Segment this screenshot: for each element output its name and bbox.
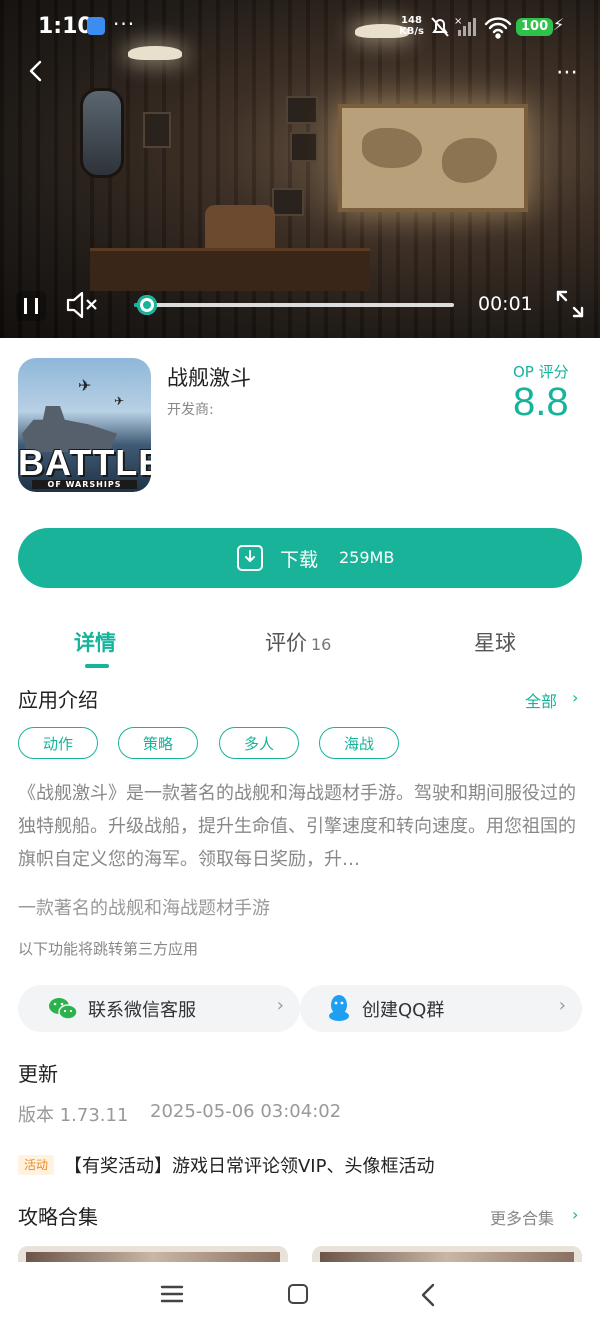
tab-details[interactable]: 详情 <box>74 627 116 657</box>
guides-section-title: 攻略合集 <box>18 1205 98 1229</box>
battery-indicator: 100 <box>516 18 554 36</box>
status-bar: 1:10 ··· 148 KB/s × 100 ⚡ <box>0 0 600 54</box>
video-progress-thumb[interactable] <box>136 295 157 315</box>
app-icon-logo-subtext: OF WARSHIPS <box>32 480 137 489</box>
fullscreen-icon[interactable] <box>554 288 586 320</box>
signal-icon: × <box>454 16 476 36</box>
version-number: 版本 1.73.11 <box>18 1105 129 1126</box>
activity-link[interactable]: 【有奖活动】游戏日常评论领VIP、头像框活动 <box>64 1152 434 1178</box>
charging-icon: ⚡ <box>553 15 565 34</box>
app-tagline: 一款著名的战舰和海战题材手游 <box>18 898 270 919</box>
video-elapsed-time: 00:01 <box>478 293 533 315</box>
back-arrow-icon[interactable] <box>24 58 50 84</box>
recent-apps-icon[interactable] <box>160 1284 184 1304</box>
app-title: 战舰激斗 <box>167 366 251 390</box>
app-description[interactable]: 《战舰激斗》是一款著名的战舰和海战题材手游。驾驶和期间服役过的独特舰船。升级战船… <box>18 777 584 876</box>
score-value: 8.8 <box>513 380 569 424</box>
video-controls: 00:01 <box>0 280 600 330</box>
activity-badge: 活动 <box>18 1155 54 1175</box>
video-progress-bar[interactable] <box>134 295 454 315</box>
status-time: 1:10 <box>38 14 93 39</box>
back-icon[interactable] <box>418 1282 438 1308</box>
active-tab-indicator <box>85 664 109 668</box>
app-icon-logo-text: BATTLE <box>18 442 151 483</box>
chevron-right-icon: › <box>276 995 284 1016</box>
tag-chip[interactable]: 海战 <box>319 727 399 759</box>
volume-muted-icon[interactable] <box>64 290 100 320</box>
download-label: 下载 <box>280 549 319 571</box>
chevron-right-icon: › <box>558 995 566 1016</box>
network-speed: 148 KB/s <box>399 15 424 37</box>
wifi-icon <box>484 17 512 39</box>
chevron-right-icon[interactable]: › <box>572 688 578 707</box>
qq-group-label: 创建QQ群 <box>362 1000 445 1021</box>
tag-chip[interactable]: 多人 <box>219 727 299 759</box>
view-all-label: 全部 <box>525 692 558 711</box>
qq-group-button[interactable]: 创建QQ群 › <box>300 985 582 1032</box>
system-navigation-bar <box>0 1262 600 1333</box>
status-icons: × <box>431 16 512 39</box>
more-collections-link[interactable]: 更多合集 <box>490 1205 554 1229</box>
video-frame-porthole <box>80 88 124 178</box>
update-section-title: 更新 <box>18 1062 58 1086</box>
download-button[interactable]: 下载 259MB <box>18 528 582 588</box>
tab-label: 评价 <box>265 631 307 655</box>
video-player[interactable]: 1:10 ··· 148 KB/s × 100 ⚡ ⋯ 00:01 <box>0 0 600 338</box>
qq-icon <box>329 995 349 1021</box>
tab-planet[interactable]: 星球 <box>474 627 516 657</box>
download-size: 259MB <box>339 548 395 567</box>
app-notification-icon <box>87 17 105 35</box>
review-count: 16 <box>311 635 332 654</box>
wechat-service-label: 联系微信客服 <box>88 1000 196 1021</box>
video-frame-picture <box>290 132 318 162</box>
tab-label: 详情 <box>74 631 116 655</box>
download-icon <box>237 545 263 571</box>
more-options-icon[interactable]: ⋯ <box>556 60 579 85</box>
svg-text:×: × <box>454 16 462 27</box>
tag-chip[interactable]: 动作 <box>18 727 98 759</box>
pause-icon[interactable] <box>14 289 48 323</box>
wechat-service-button[interactable]: 联系微信客服 › <box>18 985 300 1032</box>
intro-section-title: 应用介绍 <box>18 688 98 712</box>
video-frame-picture <box>143 112 171 148</box>
video-frame-picture <box>286 96 318 124</box>
mute-bell-icon <box>431 17 449 37</box>
plane-icon: ✈ <box>78 376 92 395</box>
score-label: OP 评分 <box>513 363 569 381</box>
video-frame-picture <box>272 188 304 216</box>
developer-label: 开发商: <box>167 402 214 418</box>
third-party-note: 以下功能将跳转第三方应用 <box>18 940 199 958</box>
more-collections-label: 更多合集 <box>490 1209 555 1228</box>
update-date: 2025-05-06 03:04:02 <box>150 1101 342 1122</box>
network-speed-unit: KB/s <box>399 26 424 37</box>
view-all-link[interactable]: 全部 <box>525 688 557 712</box>
more-notifications-icon: ··· <box>113 12 136 36</box>
network-speed-value: 148 <box>401 15 422 26</box>
tag-chip[interactable]: 策略 <box>118 727 198 759</box>
app-icon: ✈ ✈ BATTLE OF WARSHIPS <box>18 358 151 492</box>
chevron-right-icon[interactable]: › <box>572 1205 578 1224</box>
plane-icon: ✈ <box>114 394 125 408</box>
video-frame-map <box>338 104 528 212</box>
tab-reviews[interactable]: 评价 16 <box>265 627 331 657</box>
tab-label: 星球 <box>474 631 516 655</box>
home-icon[interactable] <box>288 1284 308 1304</box>
wechat-icon <box>49 998 78 1020</box>
